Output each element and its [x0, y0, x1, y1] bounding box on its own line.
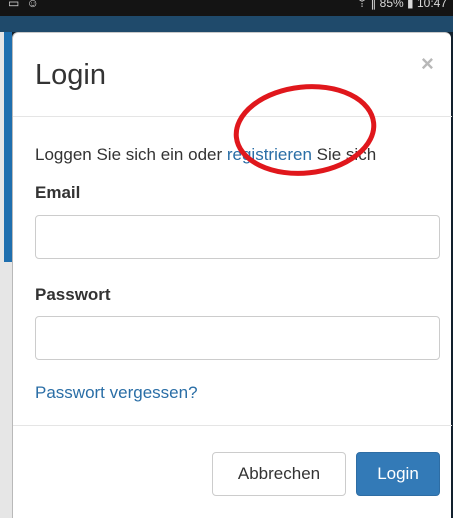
email-label: Email: [35, 183, 81, 202]
page-background-accent: [4, 32, 12, 262]
status-bar-right-info: ⇡ ∥ 85% ▮ 10:47: [356, 0, 447, 10]
status-bar-left-icons: ▭ ☺: [8, 0, 41, 10]
page-background-edge: [0, 32, 12, 518]
forgot-password-link[interactable]: Passwort vergessen?: [35, 383, 198, 403]
intro-text-after: Sie sich: [311, 145, 377, 164]
cancel-button[interactable]: Abbrechen: [212, 452, 346, 496]
email-field[interactable]: [35, 215, 440, 259]
modal-title: Login: [35, 59, 106, 91]
login-button[interactable]: Login: [356, 452, 440, 496]
register-link[interactable]: registrieren: [227, 145, 312, 164]
modal-footer-divider: [13, 425, 452, 426]
login-modal: Login × Loggen Sie sich ein oder registr…: [12, 32, 452, 518]
password-field[interactable]: [35, 316, 440, 360]
login-intro-text: Loggen Sie sich ein oder registrieren Si…: [35, 145, 376, 165]
page-backdrop: [0, 16, 453, 32]
password-label: Passwort: [35, 285, 111, 304]
screen: ▭ ☺ ⇡ ∥ 85% ▮ 10:47 Login × Loggen Sie s…: [0, 0, 453, 518]
status-bar: ▭ ☺ ⇡ ∥ 85% ▮ 10:47: [0, 0, 453, 16]
intro-text-before: Loggen Sie sich ein oder: [35, 145, 227, 164]
close-icon[interactable]: ×: [421, 53, 434, 75]
modal-header-divider: [13, 116, 452, 117]
